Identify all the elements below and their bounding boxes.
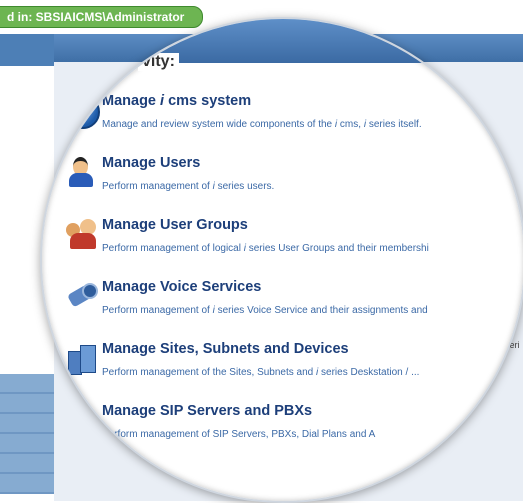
globe-icon [66, 95, 100, 129]
menu-item-voice-services[interactable]: Manage Voice Services Perform management… [52, 277, 522, 339]
server-icon [66, 343, 96, 375]
user-icon [66, 157, 96, 187]
home-link[interactable]: Home [88, 41, 119, 53]
menu-item-title[interactable]: Manage SIP Servers and PBXs [102, 403, 312, 419]
menu-item-sip-servers-pbxs[interactable]: Manage SIP Servers and PBXs Perform mana… [52, 401, 522, 463]
sip-icon [66, 405, 100, 435]
activity-menu: Manage i cms system Manage and review sy… [52, 91, 522, 463]
menu-item-description: Perform management of i series users. [102, 181, 275, 192]
menu-item-title[interactable]: Manage Users [102, 155, 200, 171]
menu-item-title[interactable]: Manage Voice Services [102, 279, 261, 295]
menu-item-description: Perform management of SIP Servers, PBXs,… [102, 429, 376, 440]
menu-item-title[interactable]: Manage i cms system [102, 93, 251, 109]
menu-item-description: Perform management of logical i series U… [102, 243, 429, 254]
choose-prompt: Choose a [66, 73, 114, 85]
menu-item-users[interactable]: Manage Users Perform management of i ser… [52, 153, 522, 215]
menu-item-sites-subnets-devices[interactable]: Manage Sites, Subnets and Devices Perfor… [52, 339, 522, 401]
menu-item-title[interactable]: Manage User Groups [102, 217, 248, 233]
menu-item-title[interactable]: Manage Sites, Subnets and Devices [102, 341, 349, 357]
page-title: vity: [138, 53, 179, 71]
menu-item-icms-system[interactable]: Manage i cms system Manage and review sy… [52, 91, 522, 153]
menu-item-user-groups[interactable]: Manage User Groups Perform management of… [52, 215, 522, 277]
sidebar-nav-band[interactable] [0, 374, 54, 494]
voice-service-icon [66, 281, 98, 311]
menu-item-description: Perform management of i series Voice Ser… [102, 305, 428, 316]
home-icon[interactable] [62, 39, 82, 57]
menu-item-description: Manage and review system wide components… [102, 119, 422, 130]
menu-item-description: Perform management of the Sites, Subnets… [102, 367, 420, 378]
user-group-icon [66, 219, 96, 249]
magnifier-lens: Home vity: Choose a Manage i cms system … [40, 17, 523, 503]
